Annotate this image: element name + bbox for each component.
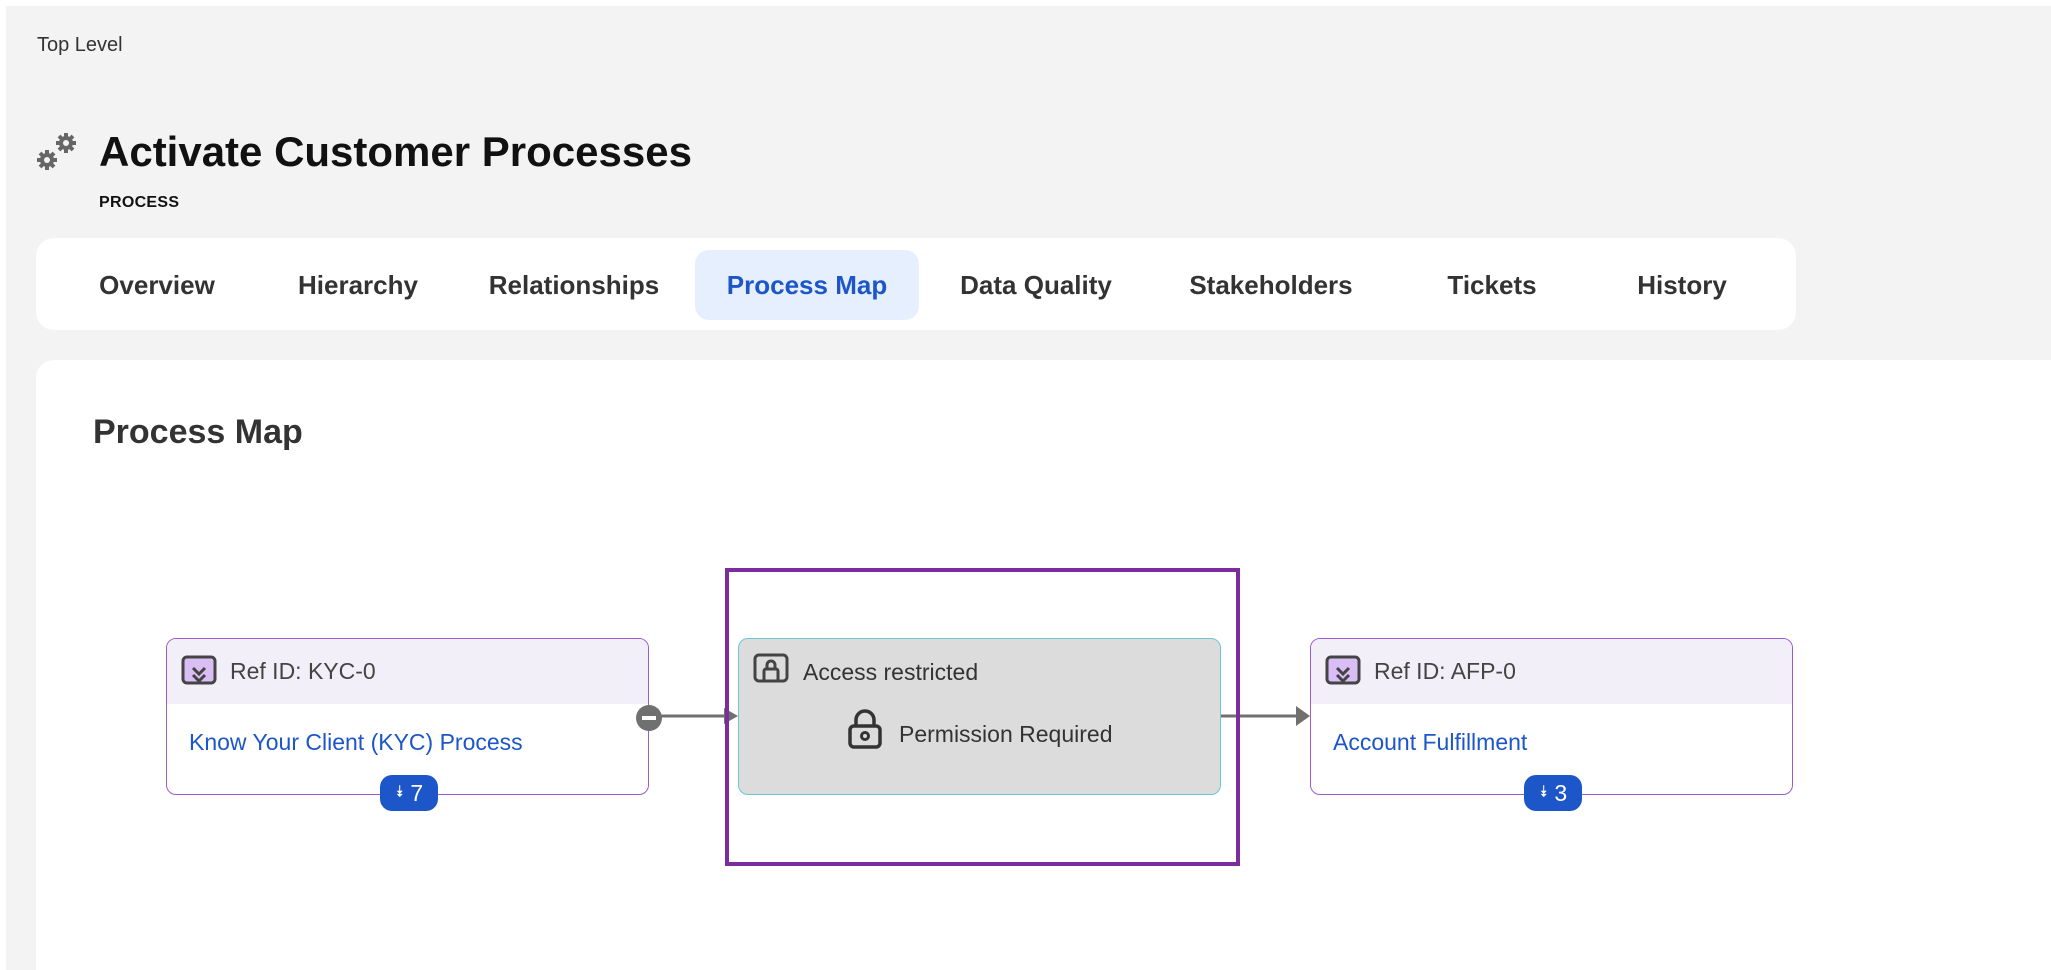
process-node-kyc[interactable]: Ref ID: KYC-0 Know Your Client (KYC) Pro… [166, 638, 649, 811]
restricted-screen-icon [753, 653, 789, 683]
breadcrumb[interactable]: Top Level [37, 34, 123, 57]
tab-relationships[interactable]: Relationships [464, 250, 684, 320]
tab-stakeholders[interactable]: Stakeholders [1168, 250, 1374, 320]
tab-data-quality[interactable]: Data Quality [936, 250, 1136, 320]
section-title: Process Map [93, 413, 303, 451]
badge-count: 3 [1554, 779, 1568, 806]
expand-subprocess-icon[interactable] [181, 655, 217, 689]
tab-label: History [1637, 269, 1727, 300]
tab-label: Stakeholders [1189, 269, 1353, 300]
tab-history[interactable]: History [1612, 250, 1752, 320]
process-node-afp[interactable]: Ref ID: AFP-0 Account Fulfillment ⯯ 3 [1310, 638, 1793, 811]
tab-label: Process Map [726, 269, 888, 300]
tab-process-map[interactable]: Process Map [695, 250, 919, 320]
gears-icon [37, 133, 76, 170]
node-name-link[interactable]: Account Fulfillment [1333, 729, 1527, 756]
double-chevron-down-icon: ⯯ [1538, 784, 1549, 801]
lock-icon [848, 709, 882, 749]
node-ref-id: Ref ID: AFP-0 [1374, 658, 1516, 684]
subprocess-count-badge[interactable]: ⯯ 7 [380, 775, 438, 811]
tab-label: Tickets [1447, 269, 1537, 300]
node-ref-id: Ref ID: KYC-0 [230, 658, 376, 684]
tab-hierarchy[interactable]: Hierarchy [274, 250, 442, 320]
node-name-link[interactable]: Know Your Client (KYC) Process [189, 729, 523, 756]
tab-label: Overview [99, 269, 215, 300]
node-header: Ref ID: KYC-0 [167, 639, 648, 704]
expand-subprocess-icon[interactable] [1325, 655, 1361, 689]
tab-label: Hierarchy [298, 269, 418, 300]
tab-bar: Overview Hierarchy Relationships Process… [36, 238, 1796, 330]
page-title: Activate Customer Processes [99, 128, 692, 175]
tab-overview[interactable]: Overview [82, 250, 232, 320]
collapse-connector-icon[interactable] [635, 704, 663, 732]
subprocess-count-badge[interactable]: ⯯ 3 [1524, 775, 1582, 811]
page-type-label: PROCESS [99, 194, 180, 211]
double-chevron-down-icon: ⯯ [394, 784, 405, 801]
access-restricted-label: Access restricted [803, 659, 979, 685]
badge-count: 7 [410, 779, 424, 806]
tab-tickets[interactable]: Tickets [1424, 250, 1560, 320]
tab-label: Data Quality [960, 269, 1112, 300]
permission-required-label: Permission Required [899, 721, 1113, 747]
tab-label: Relationships [488, 269, 660, 300]
node-header: Ref ID: AFP-0 [1311, 639, 1792, 704]
restricted-process-node[interactable]: Access restricted Permission Required [738, 638, 1221, 795]
